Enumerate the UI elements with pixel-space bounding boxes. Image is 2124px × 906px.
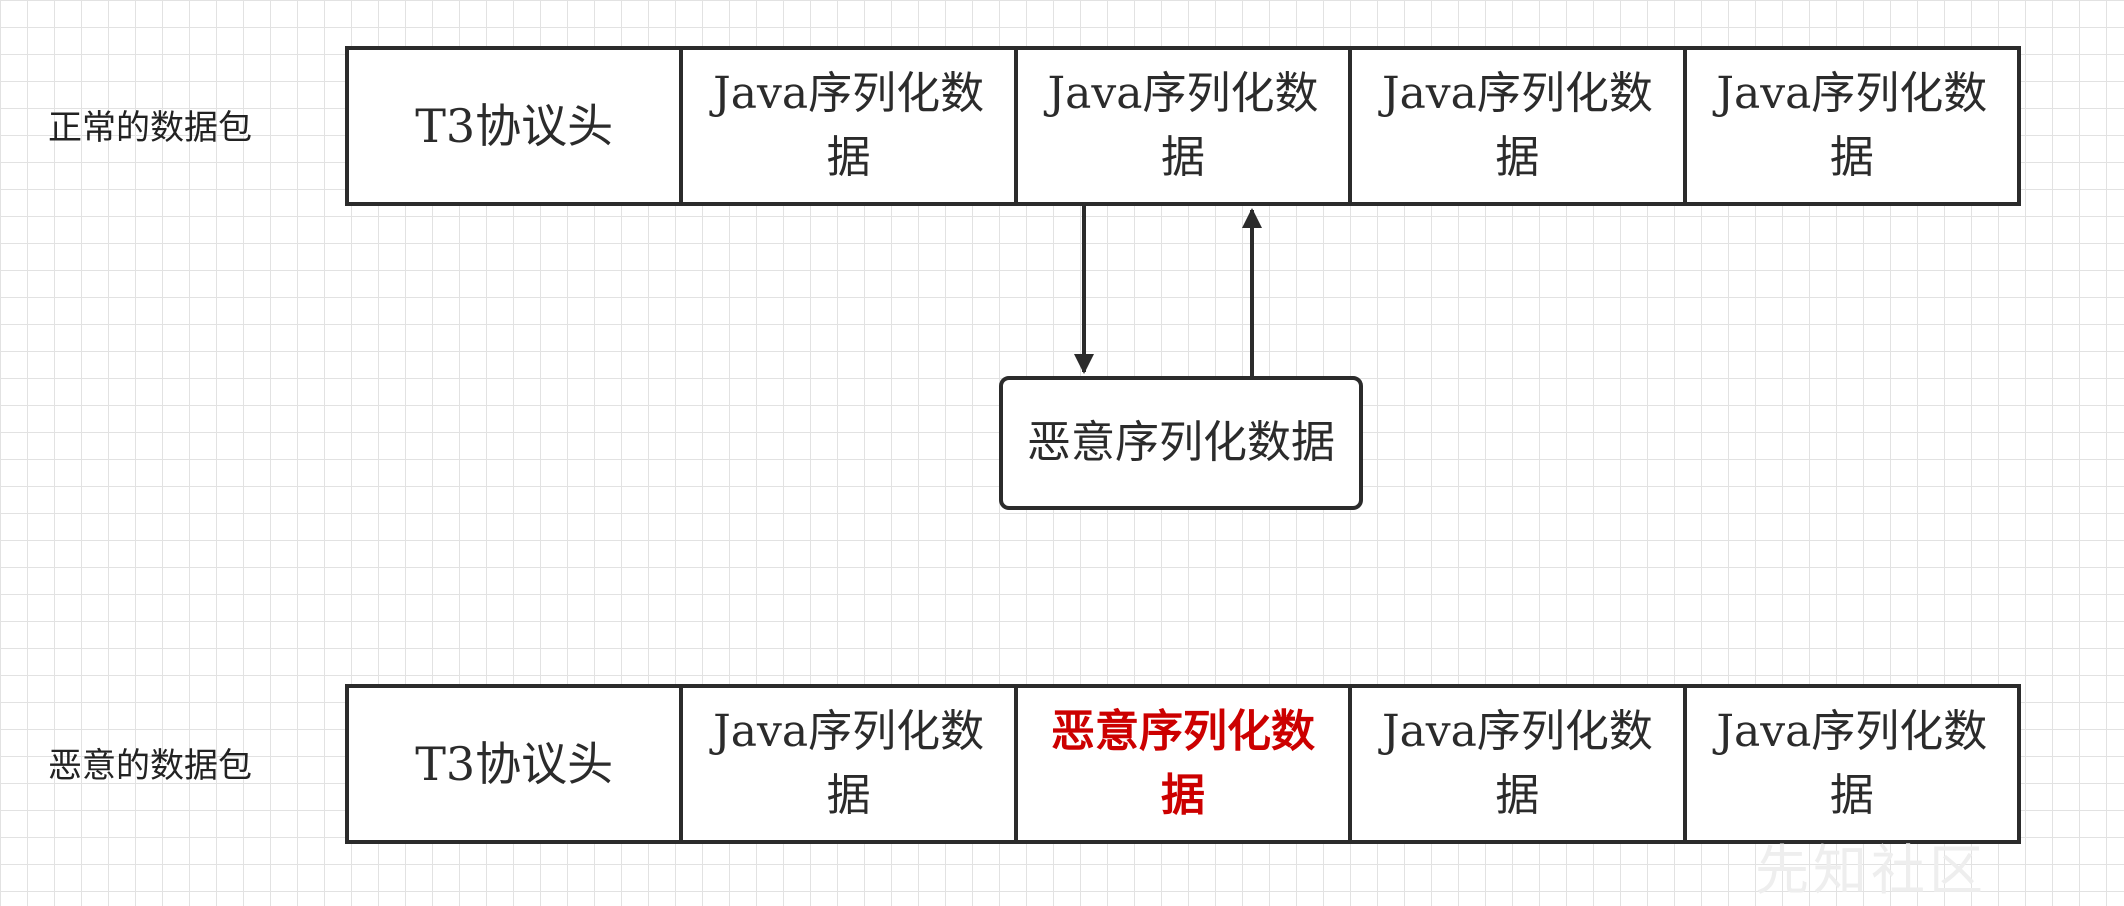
malicious-row-java-data-cell-3: Java序列化数据 xyxy=(1352,688,1687,840)
watermark: 先知社区 xyxy=(1755,839,1987,902)
malicious-row-java-data-cell-1: Java序列化数据 xyxy=(683,688,1018,840)
malicious-packet-label: 恶意的数据包 xyxy=(48,746,252,786)
malicious-t3-header-cell: T3协议头 xyxy=(349,688,684,840)
malicious-data-cell: 恶意序列化数据 xyxy=(1018,688,1353,840)
malicious-packet: T3协议头 Java序列化数据 恶意序列化数据 Java序列化数据 Java序列… xyxy=(345,684,2021,844)
malicious-serialized-data-box: 恶意序列化数据 xyxy=(999,376,1363,510)
malicious-row-java-data-cell-4: Java序列化数据 xyxy=(1716,706,1988,821)
